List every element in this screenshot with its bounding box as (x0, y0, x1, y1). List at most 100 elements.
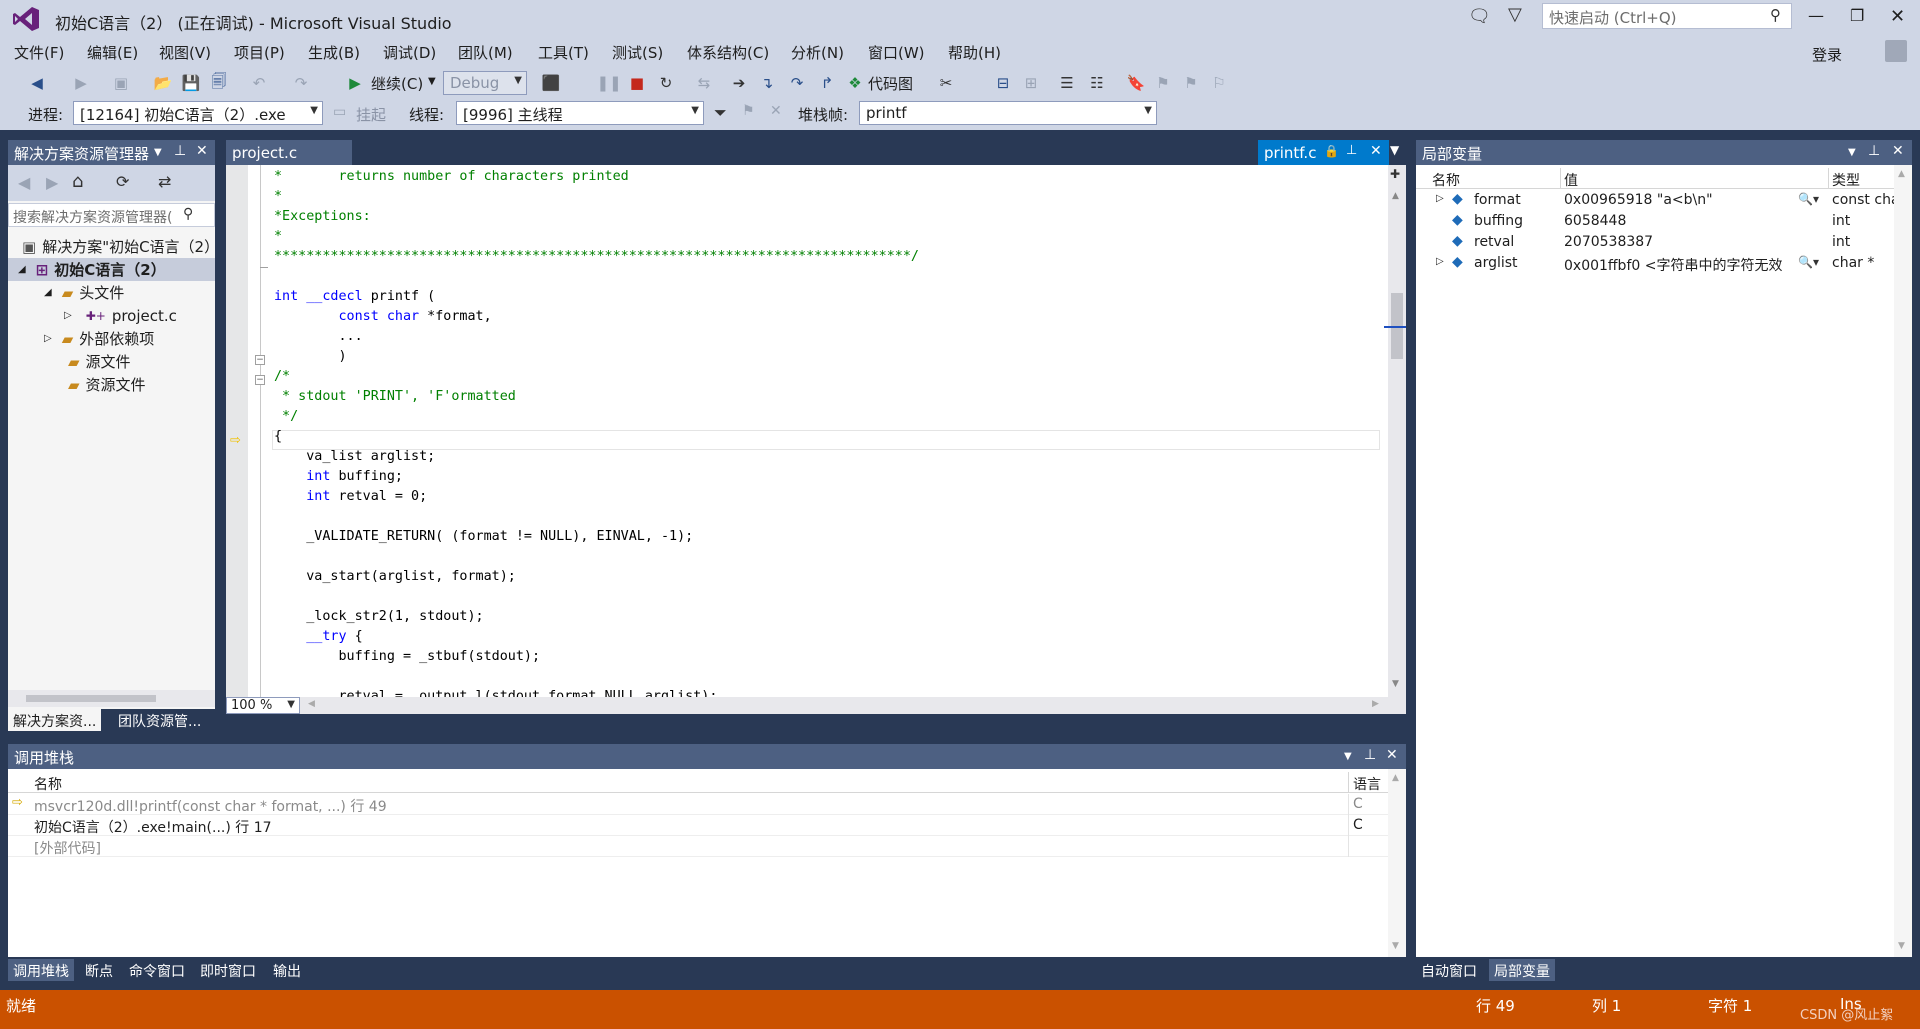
tree-folder-source[interactable]: ▰ 源文件 (8, 350, 131, 373)
save-all-icon[interactable]: 🗐 (208, 72, 230, 94)
tree-folder-headers[interactable]: ◢ ▰ 头文件 (8, 281, 124, 304)
call-stack-row[interactable]: ⇨ msvcr120d.dll!printf(const char * forma… (8, 794, 1388, 815)
chevron-down-icon[interactable]: ▼ (1344, 751, 1352, 762)
tab-autos[interactable]: 自动窗口 (1416, 959, 1482, 981)
open-file-icon[interactable]: 📂 (152, 72, 174, 94)
scroll-left-icon[interactable]: ◀ (308, 699, 315, 709)
flag-thread-icon[interactable]: ⚑ (742, 103, 755, 119)
filter-icon[interactable]: ▽ (1508, 4, 1522, 25)
pause-icon[interactable]: ❚❚ (596, 72, 621, 94)
menu-file[interactable]: 文件(F) (14, 42, 64, 63)
close-icon[interactable]: ✕ (1892, 143, 1904, 159)
clear-bookmarks-icon[interactable]: ⚐ (1208, 72, 1230, 94)
quick-launch-input[interactable]: 快速启动 (Ctrl+Q) (1542, 3, 1792, 29)
tab-team-explorer[interactable]: 团队资源管... (113, 709, 206, 731)
unflag-thread-icon[interactable]: ✕ (770, 103, 782, 119)
chevron-down-icon[interactable]: ▼ (428, 76, 436, 87)
col-value-header[interactable]: 值 (1564, 170, 1578, 190)
tab-immediate-window[interactable]: 即时窗口 (195, 959, 261, 981)
tree-project[interactable]: ◢ ⊞ 初始C语言（2） (8, 258, 215, 281)
restore-button[interactable]: ❐ (1850, 6, 1864, 25)
refresh-icon[interactable]: ⇄ (158, 172, 171, 191)
menu-build[interactable]: 生成(B) (308, 42, 360, 63)
code-map-icon[interactable]: ❖ (844, 72, 866, 94)
col-type-header[interactable]: 类型 (1832, 170, 1860, 190)
indicator-margin[interactable] (226, 165, 248, 697)
uncomment-icon[interactable]: ⊞ (1020, 72, 1042, 94)
restart-icon[interactable]: ↻ (655, 72, 677, 94)
zoom-select[interactable]: 100 % ▼ (226, 697, 300, 714)
locals-row[interactable]: ▷ ◆ format 0x00965918 "a<b\n" 🔍▾ const cha (1416, 190, 1894, 211)
next-bookmark-icon[interactable]: ⚑ (1180, 72, 1202, 94)
menu-help[interactable]: 帮助(H) (948, 42, 1001, 63)
local-value[interactable]: 0x001ffbf0 <字符串中的字符无效 (1564, 255, 1792, 275)
menu-tools[interactable]: 工具(T) (538, 42, 589, 63)
tab-locals[interactable]: 局部变量 (1489, 959, 1555, 981)
split-icon[interactable]: ✚ (1390, 167, 1400, 181)
login-link[interactable]: 登录 (1812, 44, 1842, 65)
bookmark-icon[interactable]: 🔖 (1125, 72, 1147, 94)
tab-project-c[interactable]: project.c (226, 140, 352, 165)
call-stack-row[interactable]: 初始C语言（2）.exe!main(...) 行 17 C (8, 815, 1388, 836)
process-icon[interactable]: ⬛ (540, 72, 562, 94)
search-icon[interactable]: ⚲ (1770, 6, 1781, 24)
minimize-button[interactable]: — (1808, 6, 1824, 25)
code-editor[interactable]: ⇨ − − * returns number of characters pri… (226, 165, 1406, 714)
step-into-icon[interactable]: ↴ (756, 72, 778, 94)
menu-test[interactable]: 测试(S) (612, 42, 663, 63)
tab-printf-c[interactable]: printf.c 🔒 ⊥ ✕ (1258, 140, 1389, 165)
tree-folder-resources[interactable]: ▰ 资源文件 (8, 373, 146, 396)
col-name-header[interactable]: 名称 (34, 774, 62, 794)
scroll-down-icon[interactable]: ▼ (1898, 941, 1905, 951)
menu-view[interactable]: 视图(V) (159, 42, 211, 63)
tree-file-project-c[interactable]: ▷ ✚+ project.c (8, 304, 177, 327)
visualizer-icon[interactable]: 🔍▾ (1798, 192, 1819, 206)
stop-icon[interactable]: ■ (626, 72, 648, 94)
tab-breakpoints[interactable]: 断点 (80, 959, 118, 981)
code-map-button[interactable]: 代码图 (868, 73, 913, 94)
chevron-down-icon[interactable]: ▼ (154, 147, 162, 158)
suspend-icon[interactable]: ▭ (333, 104, 346, 120)
tab-call-stack[interactable]: 调用堆栈 (8, 959, 74, 981)
chevron-down-icon[interactable]: ▼ (1848, 147, 1856, 158)
scrollbar-thumb[interactable] (26, 695, 156, 702)
tree-folder-external-deps[interactable]: ▷ ▰ 外部依赖项 (8, 327, 154, 350)
menu-analyze[interactable]: 分析(N) (791, 42, 844, 63)
continue-button[interactable]: 继续(C) (371, 73, 423, 94)
scroll-right-icon[interactable]: ▶ (1372, 699, 1379, 709)
step-arrow-icon[interactable]: ➔ (728, 72, 750, 94)
locals-row[interactable]: ◆ buffing 6058448 int (1416, 211, 1894, 232)
scroll-down-icon[interactable]: ▼ (1392, 941, 1399, 951)
locals-row[interactable]: ▷ ◆ arglist 0x001ffbf0 <字符串中的字符无效 🔍▾ char * (1416, 253, 1894, 274)
search-icon[interactable]: ⚲ (183, 206, 193, 222)
tree-solution[interactable]: ▣ 解决方案"初始C语言（2） (22, 235, 219, 258)
forward-icon[interactable]: ▶ (70, 72, 92, 94)
col-language-header[interactable]: 语言 (1353, 774, 1381, 794)
pin-icon[interactable]: ⊥ (1868, 143, 1880, 159)
outdent-icon[interactable]: ☷ (1086, 72, 1108, 94)
close-icon[interactable]: ✕ (1386, 747, 1398, 763)
tab-solution-explorer[interactable]: 解决方案资... (8, 709, 102, 731)
tab-command-window[interactable]: 命令窗口 (124, 959, 190, 981)
vertical-scrollbar[interactable]: ▲ ▼ (1894, 165, 1912, 957)
locals-row[interactable]: ◆ retval 2070538387 int (1416, 232, 1894, 253)
suspend-label[interactable]: 挂起 (356, 104, 386, 125)
tab-overflow-icon[interactable]: ▼ (1390, 143, 1399, 157)
breakpoint-tool-icon[interactable]: ✂ (935, 72, 957, 94)
menu-team[interactable]: 团队(M) (458, 42, 513, 63)
horizontal-scrollbar[interactable] (8, 690, 215, 707)
expand-icon[interactable]: ▷ (1436, 256, 1444, 267)
close-icon[interactable]: ✕ (196, 143, 208, 159)
redo-icon[interactable]: ↷ (290, 72, 312, 94)
forward-icon[interactable]: ▶ (46, 173, 58, 192)
process-select[interactable]: [12164] 初始C语言（2）.exe ▼ (73, 101, 323, 125)
menu-debug[interactable]: 调试(D) (383, 42, 436, 63)
close-window-button[interactable]: ✕ (1890, 6, 1905, 27)
back-icon[interactable]: ◀ (18, 173, 30, 192)
menu-window[interactable]: 窗口(W) (868, 42, 925, 63)
continue-icon[interactable]: ▶ (344, 72, 366, 94)
comment-icon[interactable]: ⊟ (992, 72, 1014, 94)
vertical-scrollbar[interactable]: ✚ ▲ ▼ (1384, 165, 1406, 697)
indent-icon[interactable]: ☰ (1056, 72, 1078, 94)
tab-output[interactable]: 输出 (268, 959, 306, 981)
